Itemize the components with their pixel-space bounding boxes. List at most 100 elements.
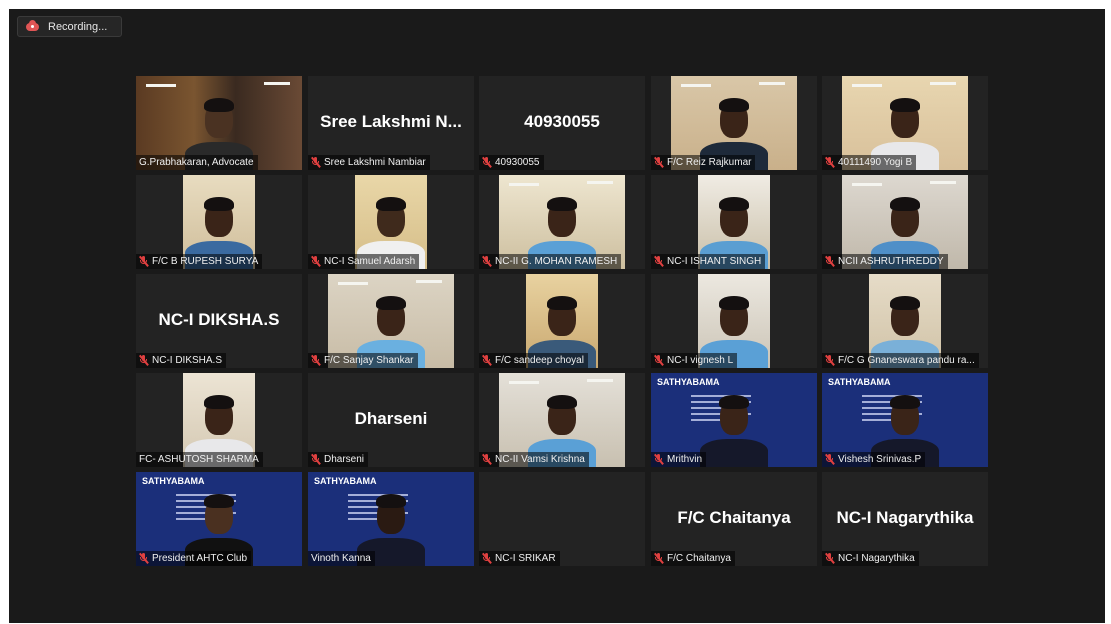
muted-mic-icon [824,355,835,366]
muted-mic-icon [481,553,492,564]
participant-name-label: Vishesh Srinivas.P [822,452,926,467]
participant-name-label: 40111490 Yogi B [822,155,917,170]
participant-tile[interactable]: SATHYABAMA President AHTC Club [136,472,302,566]
participant-name: F/C Reiz Rajkumar [667,157,752,168]
muted-mic-icon [310,454,321,465]
participant-tile[interactable]: NC-II Vamsi Krishna [479,373,645,467]
participant-display-name: NC-I DIKSHA.S [158,310,280,329]
participant-name: F/C B RUPESH SURYA [152,256,259,267]
participant-name-label: F/C Sanjay Shankar [308,353,418,368]
participant-tile[interactable]: Dharseni Dharseni [308,373,474,467]
meeting-window: Recording... G.Prabhakaran, Advocate Sree… [9,9,1105,623]
banner-logo-text: SATHYABAMA [314,476,377,486]
muted-mic-icon [824,454,835,465]
banner-logo-text: SATHYABAMA [657,377,720,387]
participant-tile[interactable]: G.Prabhakaran, Advocate [136,76,302,170]
participant-name: NC-I Nagarythika [838,553,915,564]
muted-mic-icon [824,553,835,564]
participant-name-label: NC-I vignesh L [651,353,738,368]
participant-name: NC-I SRIKAR [495,553,556,564]
participant-name-label: FC- ASHUTOSH SHARMA [136,452,263,467]
participant-display-name: 40930055 [524,112,600,131]
participant-name: Dharseni [324,454,365,465]
recording-indicator[interactable]: Recording... [17,16,122,37]
participant-tile[interactable]: Sree Lakshmi N... Sree Lakshmi Nambiar [308,76,474,170]
participant-name-label: F/C Reiz Rajkumar [651,155,756,170]
participant-name-label: NC-II Vamsi Krishna [479,452,589,467]
participant-name-label: F/C B RUPESH SURYA [136,254,263,269]
participant-tile[interactable]: 40930055 40930055 [479,76,645,170]
participant-name: 40930055 [495,157,540,168]
participant-name-label: NC-II G. MOHAN RAMESH [479,254,622,269]
participant-display-name: Sree Lakshmi N... [320,112,462,131]
participant-tile[interactable]: F/C Sanjay Shankar [308,274,474,368]
muted-mic-icon [653,157,664,168]
participant-display-name: Dharseni [354,409,428,428]
participant-tile[interactable]: SATHYABAMA Mrithvin [651,373,817,467]
muted-mic-icon [653,454,664,465]
muted-mic-icon [481,355,492,366]
participant-name: NC-I DIKSHA.S [152,355,223,366]
participant-display-name: F/C Chaitanya [677,508,791,527]
participant-name-label: NC-I ISHANT SINGH [651,254,766,269]
participant-name: NC-I vignesh L [667,355,734,366]
participant-name: F/C Chaitanya [667,553,731,564]
banner-logo-text: SATHYABAMA [828,377,891,387]
participant-tile[interactable]: F/C G Gnaneswara pandu ra... [822,274,988,368]
participant-name: FC- ASHUTOSH SHARMA [139,454,259,465]
participant-name-label: NC-I Samuel Adarsh [308,254,420,269]
participant-name: Mrithvin [667,454,703,465]
participant-tile[interactable]: NC-I Nagarythika NC-I Nagarythika [822,472,988,566]
participant-tile[interactable]: NC-I Samuel Adarsh [308,175,474,269]
participant-name: Vishesh Srinivas.P [838,454,922,465]
participant-name: NC-I Samuel Adarsh [324,256,416,267]
participant-tile[interactable]: F/C Reiz Rajkumar [651,76,817,170]
participant-tile[interactable]: NC-I vignesh L [651,274,817,368]
participant-tile[interactable]: SATHYABAMA Vishesh Srinivas.P [822,373,988,467]
participant-name-label: NCII ASHRUTHREDDY [822,254,948,269]
participant-name: NC-II G. MOHAN RAMESH [495,256,618,267]
participant-name-label: Vinoth Kanna [308,551,375,566]
participant-name-label: F/C sandeep choyal [479,353,588,368]
muted-mic-icon [481,454,492,465]
participant-name: Vinoth Kanna [311,553,371,564]
participant-name-label: NC-I DIKSHA.S [136,353,227,368]
participant-display-name: NC-I Nagarythika [836,508,974,527]
muted-mic-icon [310,157,321,168]
participant-tile[interactable]: NCII ASHRUTHREDDY [822,175,988,269]
participant-name-label: Dharseni [308,452,369,467]
participant-name: Sree Lakshmi Nambiar [324,157,426,168]
muted-mic-icon [653,355,664,366]
gallery-view: G.Prabhakaran, Advocate Sree Lakshmi N...… [136,76,988,567]
participant-tile[interactable]: NC-I ISHANT SINGH [651,175,817,269]
participant-name: NCII ASHRUTHREDDY [838,256,944,267]
muted-mic-icon [481,256,492,267]
participant-name: NC-I ISHANT SINGH [667,256,762,267]
participant-name-label: NC-I SRIKAR [479,551,560,566]
muted-mic-icon [824,256,835,267]
banner-logo-text: SATHYABAMA [142,476,205,486]
participant-name: F/C sandeep choyal [495,355,584,366]
participant-name-label: NC-I Nagarythika [822,551,919,566]
participant-name-label: F/C G Gnaneswara pandu ra... [822,353,979,368]
participant-tile[interactable]: F/C Chaitanya F/C Chaitanya [651,472,817,566]
participant-tile[interactable]: F/C B RUPESH SURYA [136,175,302,269]
participant-tile[interactable]: NC-I DIKSHA.S NC-I DIKSHA.S [136,274,302,368]
participant-tile[interactable]: FC- ASHUTOSH SHARMA [136,373,302,467]
participant-name: NC-II Vamsi Krishna [495,454,585,465]
participant-name: F/C G Gnaneswara pandu ra... [838,355,975,366]
recording-label: Recording... [48,20,108,33]
participant-name-label: President AHTC Club [136,551,252,566]
participant-tile[interactable]: 40111490 Yogi B [822,76,988,170]
participant-name-label: 40930055 [479,155,544,170]
participant-tile[interactable]: SATHYABAMA Vinoth Kanna [308,472,474,566]
muted-mic-icon [824,157,835,168]
muted-mic-icon [310,256,321,267]
participant-tile[interactable]: F/C sandeep choyal [479,274,645,368]
muted-mic-icon [138,553,149,564]
participant-tile[interactable]: NC-II G. MOHAN RAMESH [479,175,645,269]
participant-name: President AHTC Club [152,553,248,564]
participant-tile[interactable]: NC-I SRIKAR [479,472,645,566]
muted-mic-icon [653,553,664,564]
muted-mic-icon [138,355,149,366]
